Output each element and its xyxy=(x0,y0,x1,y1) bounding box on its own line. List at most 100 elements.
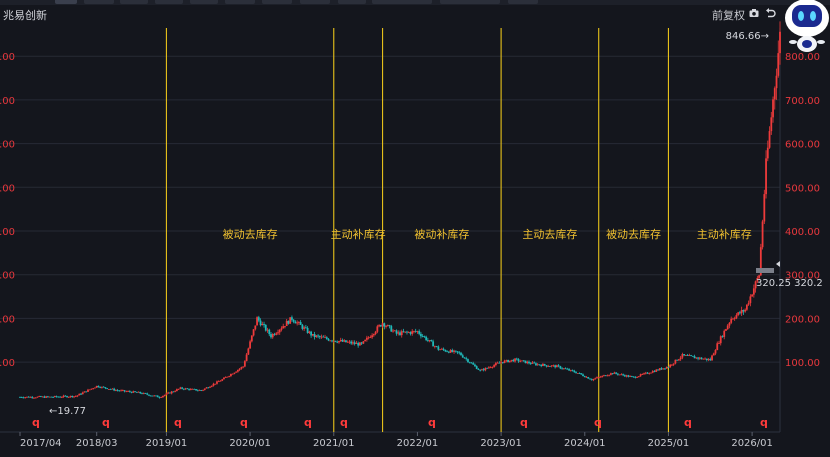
x-tick-label: 2018/03 xyxy=(76,438,118,449)
candle-body xyxy=(540,364,543,367)
candle-body xyxy=(367,337,370,339)
candle-body xyxy=(503,360,506,363)
candle-body xyxy=(242,366,245,368)
event-marker: q xyxy=(174,416,182,429)
candle-body xyxy=(238,368,241,370)
candle-body xyxy=(496,362,499,364)
candle-body xyxy=(440,348,443,350)
grid-lines xyxy=(0,28,781,433)
candle-body xyxy=(50,396,53,398)
candle-body xyxy=(29,396,32,398)
candle-body xyxy=(71,395,74,398)
candle-body xyxy=(493,365,496,367)
candle-body xyxy=(41,396,44,398)
candle-body xyxy=(512,359,515,362)
candle-body xyxy=(674,359,677,364)
candle-body xyxy=(524,360,527,364)
phase-labels: 被动去库存 主动补库存 被动补库存 主动去库存 被动去库存 主动补库存 xyxy=(223,227,752,241)
candle-body xyxy=(425,336,428,341)
candle-body xyxy=(149,395,152,397)
candle-body xyxy=(406,331,408,333)
candle-body xyxy=(733,318,736,320)
candle-body xyxy=(552,365,555,367)
y-tick-label: 600.00 xyxy=(785,140,820,151)
candle-body xyxy=(263,323,265,325)
candle-body xyxy=(390,326,393,332)
candle-body xyxy=(545,365,548,367)
candle-body xyxy=(172,391,175,393)
y-tick-label-left: 200.00 xyxy=(0,314,15,325)
candle-body xyxy=(315,335,318,338)
candle-body xyxy=(207,387,210,389)
candle-body xyxy=(130,391,133,393)
robot-avatar-icon[interactable] xyxy=(784,0,830,56)
candle-body xyxy=(163,394,166,396)
candle-body xyxy=(646,372,649,374)
x-tick-label: 2019/01 xyxy=(146,438,188,449)
candle-body xyxy=(634,376,637,378)
candle-body xyxy=(751,294,754,297)
y-tick-label: 100.00 xyxy=(785,358,820,369)
candle-body xyxy=(162,395,164,398)
candle-body xyxy=(188,388,190,390)
candle-body xyxy=(141,393,143,395)
candle-body xyxy=(280,328,283,330)
candle-body xyxy=(306,327,309,333)
candle-body xyxy=(573,370,576,373)
event-marker: q xyxy=(102,416,110,429)
candle-body xyxy=(76,395,79,397)
candle-body xyxy=(629,376,631,377)
candle-body xyxy=(92,388,95,390)
candle-body xyxy=(575,372,577,374)
candle-body xyxy=(158,397,161,398)
candle-body xyxy=(582,374,584,377)
candle-body xyxy=(397,332,400,334)
event-marker: q xyxy=(520,416,528,429)
candle-body xyxy=(167,392,170,394)
candlestick-chart[interactable]: 100.00 200.00 300.00 400.00 500.00 600.00 700.… xyxy=(0,0,830,457)
candle-body xyxy=(630,376,633,377)
candle-body xyxy=(416,331,419,333)
candle-body xyxy=(135,392,138,393)
candle-body xyxy=(576,373,579,374)
candle-body xyxy=(693,356,696,359)
candle-body xyxy=(500,362,503,363)
candle-body xyxy=(393,330,396,332)
candle-body xyxy=(277,332,279,334)
candle-body xyxy=(683,354,686,356)
candle-body xyxy=(245,354,248,362)
candle-body xyxy=(625,375,628,377)
candle-body xyxy=(479,369,482,371)
candle-body xyxy=(228,376,231,377)
candle-body xyxy=(487,367,490,369)
x-tick-label: 2026/01 xyxy=(731,438,773,449)
candle-body xyxy=(106,388,109,390)
candle-body xyxy=(667,366,670,368)
candle-body xyxy=(329,340,332,342)
candle-body xyxy=(653,371,656,372)
phase-label: 主动补库存 xyxy=(331,227,386,241)
candle-body xyxy=(547,366,550,367)
candle-body xyxy=(564,368,567,370)
candle-body xyxy=(531,362,534,364)
candle-body xyxy=(102,386,105,388)
right-price-axis: 100.00200.00300.00400.00500.00600.00700.… xyxy=(785,52,820,369)
candle-body xyxy=(182,388,185,390)
candle-body xyxy=(486,367,489,369)
candle-body xyxy=(26,396,28,398)
candle-body xyxy=(259,320,262,326)
candle-body xyxy=(728,322,731,326)
candle-body xyxy=(721,336,724,338)
candle-body xyxy=(583,376,586,378)
candle-body xyxy=(177,388,180,390)
candle-body xyxy=(604,375,607,377)
candle-body xyxy=(48,396,51,398)
candle-body xyxy=(620,374,623,376)
candle-body xyxy=(341,340,344,342)
candle-body xyxy=(622,374,625,376)
candle-body xyxy=(144,393,147,394)
candle-body xyxy=(428,340,431,341)
candle-body xyxy=(264,324,267,331)
candle-body xyxy=(38,396,41,397)
candle-body xyxy=(465,358,468,360)
